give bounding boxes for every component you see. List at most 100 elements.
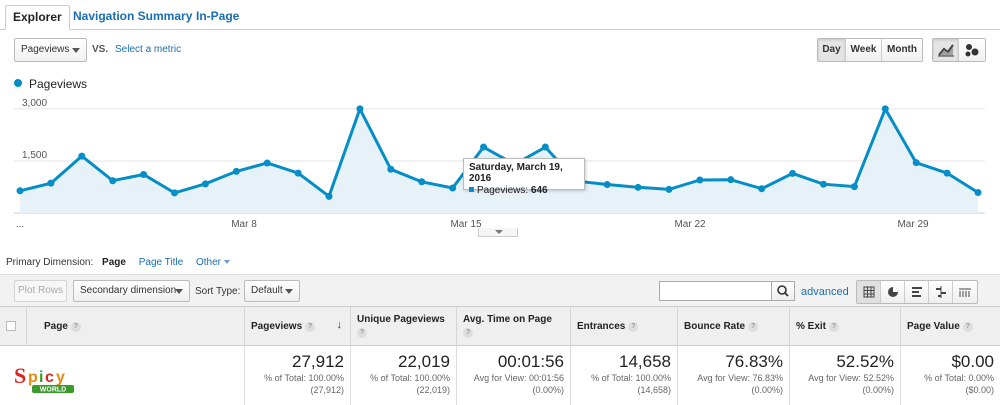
pie-chart-icon[interactable] (881, 281, 905, 303)
chevron-down-icon (495, 230, 503, 234)
data-point[interactable] (541, 143, 549, 151)
cell-entrances: 14,658 % of Total: 100.00% (14,658) (570, 346, 677, 405)
page-value-pct: % of Total: 0.00% (924, 373, 994, 383)
page-value-total: $0.00 (951, 352, 994, 371)
metric-select-label: Pageviews (21, 44, 70, 55)
data-point[interactable] (78, 152, 86, 160)
search-icon (777, 285, 789, 297)
pageviews-abs: (27,912) (310, 385, 344, 395)
header-entrances[interactable]: Entrances? (570, 307, 677, 346)
data-point[interactable] (727, 176, 735, 184)
data-point[interactable] (665, 185, 673, 193)
avg-time-pct: (0.00%) (532, 385, 564, 395)
data-point[interactable] (232, 167, 240, 175)
tooltip-value: 646 (530, 185, 548, 196)
data-point[interactable] (201, 180, 209, 188)
data-point[interactable] (387, 165, 395, 173)
header-unique-pageviews[interactable]: Unique Pageviews? (350, 307, 456, 346)
select-metric-link[interactable]: Select a metric (115, 44, 181, 55)
data-table-icon[interactable] (857, 281, 881, 303)
tooltip-label: Pageviews: (477, 185, 529, 196)
cell-page-value: $0.00 % of Total: 0.00% ($0.00) (900, 346, 1000, 405)
data-point[interactable] (819, 180, 827, 188)
period-week-button[interactable]: Week (846, 39, 882, 61)
header-page-value[interactable]: Page Value? (900, 307, 1000, 346)
y-tick-label: 1,500 (22, 150, 47, 161)
select-all-cell (0, 307, 26, 346)
data-point[interactable] (325, 192, 333, 200)
data-point[interactable] (480, 143, 488, 151)
help-icon: ? (70, 322, 81, 332)
header-page[interactable]: Page? (26, 307, 244, 346)
header-page-label: Page (44, 321, 68, 332)
data-point[interactable] (789, 169, 797, 177)
comparison-icon[interactable] (929, 281, 953, 303)
sort-type-label: Sort Type: (195, 286, 241, 297)
data-point[interactable] (758, 185, 766, 193)
tab-navigation-summary[interactable]: Navigation Summary (66, 5, 199, 30)
cell-avg-time: 00:01:56 Avg for View: 00:01:56 (0.00%) (456, 346, 570, 405)
chevron-down-icon (285, 289, 293, 294)
avg-time-avg: Avg for View: 00:01:56 (473, 373, 564, 383)
data-point[interactable] (696, 176, 704, 184)
data-point[interactable] (974, 189, 982, 197)
header-bounce-rate[interactable]: Bounce Rate? (677, 307, 789, 346)
logo-cell: S p i c y WORLD (0, 346, 244, 405)
data-point[interactable] (881, 105, 889, 113)
help-icon: ? (829, 322, 840, 332)
plot-rows-button[interactable]: Plot Rows (14, 280, 67, 302)
legend-label: Pageviews (29, 77, 88, 91)
help-icon: ? (962, 322, 973, 332)
data-point[interactable] (634, 183, 642, 191)
bar-chart-icon[interactable] (905, 281, 929, 303)
chart-tooltip: Saturday, March 19, 2016 Pageviews: 646 (463, 158, 585, 196)
cell-bounce-rate: 76.83% Avg for View: 76.83% (0.00%) (677, 346, 789, 405)
data-point[interactable] (263, 159, 271, 167)
table-view-toggle (856, 280, 978, 304)
data-point[interactable] (418, 178, 426, 186)
sort-type-dropdown[interactable]: Default (244, 280, 300, 302)
dimension-other-label: Other (195, 257, 221, 268)
exit-pct: (0.00%) (862, 385, 894, 395)
table-search-input[interactable] (659, 281, 772, 301)
dimension-other[interactable]: Other (196, 257, 230, 268)
advanced-filter-link[interactable]: advanced (801, 286, 849, 298)
metric-select[interactable]: Pageviews (14, 38, 87, 62)
term-cloud-icon[interactable] (953, 281, 977, 303)
data-point[interactable] (356, 105, 364, 113)
tab-in-page[interactable]: In-Page (189, 5, 246, 30)
sort-descending-icon: ↓ (336, 319, 343, 331)
data-point[interactable] (294, 169, 302, 177)
line-chart-icon[interactable] (933, 39, 959, 61)
search-button[interactable] (771, 281, 795, 301)
chart-resize-handle[interactable] (478, 228, 518, 237)
period-day-button[interactable]: Day (818, 39, 846, 61)
header-avg-time[interactable]: Avg. Time on Page? (456, 307, 570, 346)
data-point[interactable] (171, 189, 179, 197)
data-point[interactable] (16, 187, 24, 195)
svg-text:c: c (45, 369, 54, 386)
dimension-page-title[interactable]: Page Title (139, 257, 183, 268)
data-point[interactable] (912, 159, 920, 167)
data-point[interactable] (850, 183, 858, 191)
tab-explorer[interactable]: Explorer (5, 5, 70, 30)
data-point[interactable] (943, 169, 951, 177)
data-point[interactable] (603, 181, 611, 189)
data-point[interactable] (47, 179, 55, 187)
data-point[interactable] (449, 184, 457, 192)
motion-chart-icon[interactable] (959, 39, 985, 61)
help-icon: ? (463, 328, 473, 338)
data-point[interactable] (140, 170, 148, 178)
y-tick-label: 3,000 (22, 98, 47, 109)
period-month-button[interactable]: Month (882, 39, 922, 61)
entrances-total: 14,658 (619, 352, 671, 371)
header-exit[interactable]: % Exit? (789, 307, 900, 346)
help-icon: ? (628, 322, 639, 332)
select-all-checkbox[interactable] (6, 321, 16, 331)
data-point[interactable] (109, 177, 117, 185)
header-pageviews[interactable]: Pageviews? ↓ (244, 307, 350, 346)
secondary-dimension-dropdown[interactable]: Secondary dimension (73, 280, 190, 302)
svg-text:WORLD: WORLD (40, 387, 66, 394)
dimension-page[interactable]: Page (102, 257, 126, 268)
x-tick-label: Mar 29 (897, 219, 929, 230)
